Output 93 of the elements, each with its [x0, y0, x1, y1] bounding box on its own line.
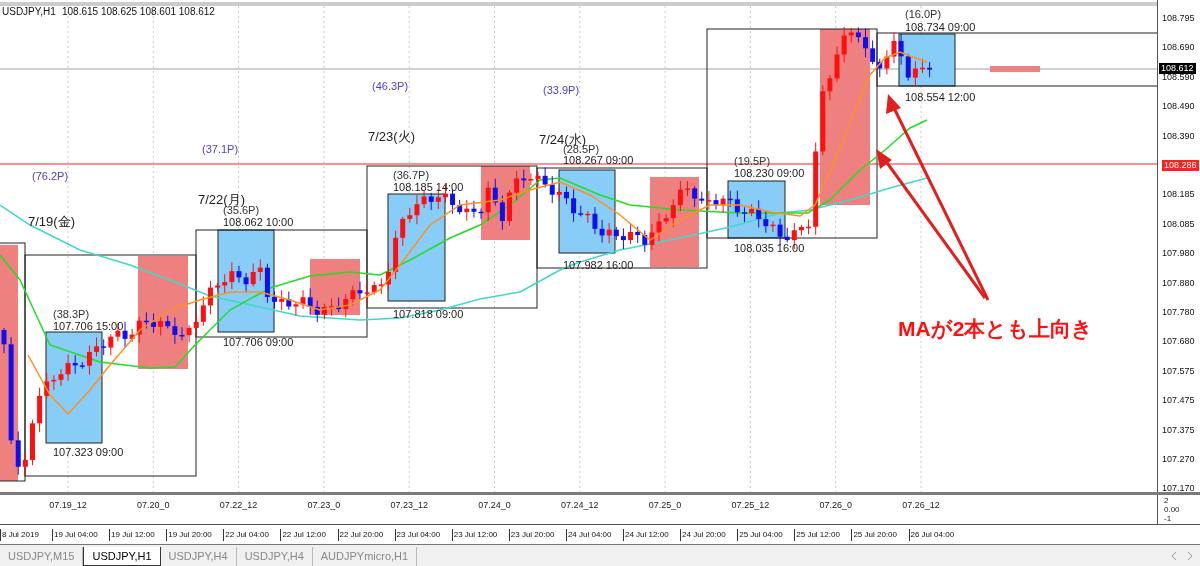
pips-label: (37.1P): [202, 143, 239, 155]
indicator-axis-label: 0.00: [1164, 505, 1180, 514]
chart-tab[interactable]: USDJPY,H4: [160, 547, 237, 566]
price-time-label: 108.062 10:00: [223, 216, 294, 228]
candlestick: [507, 189, 512, 226]
time-label: 26 Jul 04:00: [908, 529, 955, 541]
pips-label: (16.0P): [905, 8, 942, 20]
price-label: 108.185: [1162, 189, 1195, 201]
candlestick: [386, 262, 391, 291]
date-label: 7/24(水): [539, 132, 586, 147]
price-time-label: 107.323 09:00: [53, 446, 124, 458]
chart-symbol: USDJPY,H1: [2, 6, 56, 17]
indicator-time-label: 07.26_12: [902, 499, 940, 512]
time-label: 22 Jul 20:00: [337, 529, 384, 541]
current-price-label: 108.612: [1159, 63, 1196, 74]
price-label: 107.780: [1162, 307, 1195, 318]
price-label: 107.880: [1162, 277, 1195, 289]
price-label: 108.690: [1162, 42, 1195, 54]
price-label: 108.490: [1162, 101, 1195, 113]
indicator-time-label: 07.25_12: [731, 499, 770, 512]
price-time-label: 107.706 15:00: [53, 320, 124, 332]
price-label: 107.170: [1162, 483, 1195, 495]
price-time-label: 108.554 12:00: [905, 91, 976, 103]
callout-text: MAが2本とも上向き: [898, 317, 1094, 340]
date-label: 7/22(月): [198, 192, 245, 207]
indicator-axis-label: -1: [1164, 514, 1172, 523]
pips-label: (33.9P): [543, 84, 580, 96]
indicator-time-label: 07.19_12: [49, 499, 87, 512]
indicator-time-label: 07.24_12: [561, 499, 599, 512]
time-label: 8 Jul 2019: [0, 529, 39, 541]
time-label: 24 Jul 12:00: [623, 529, 669, 541]
pips-label: (36.7P): [393, 169, 430, 181]
candlestick: [329, 297, 334, 317]
time-label: 23 Jul 12:00: [451, 529, 498, 541]
price-label: 108.795: [1162, 13, 1195, 24]
chart-tab[interactable]: AUDJPYmicro,H1: [312, 547, 418, 566]
candlestick: [927, 61, 933, 78]
price-label: 107.375: [1162, 424, 1195, 436]
pips-label: (38.3P): [53, 308, 90, 320]
chart-tab[interactable]: USDJPY,H1: [83, 547, 161, 566]
price-time-label: 108.267 09:00: [563, 154, 634, 166]
candlestick: [685, 180, 690, 197]
time-label: 22 Jul 12:00: [280, 529, 326, 541]
pips-label: (76.2P): [32, 170, 69, 182]
indicator-time-label: 07.22_12: [219, 499, 258, 512]
indicator-time-label: 07.23_0: [307, 499, 341, 512]
time-label: 25 Jul 12:00: [794, 529, 840, 541]
indicator-time-label: 07.25_0: [648, 499, 682, 512]
price-label: 107.575: [1162, 365, 1195, 377]
time-label: 24 Jul 20:00: [680, 529, 726, 541]
candlestick: [863, 27, 868, 58]
price-label: 107.980: [1162, 248, 1195, 260]
price-label: 107.270: [1162, 454, 1195, 465]
ohlc-quote: 108.615 108.625 108.601 108.612: [62, 6, 215, 17]
candlestick: [30, 419, 35, 466]
candlestick: [742, 206, 747, 223]
price-time-label: 107.706 09:00: [223, 336, 294, 348]
indicator-time-label: 07.24_0: [478, 499, 511, 512]
candlestick: [920, 58, 925, 74]
price-label: 108.286: [1162, 160, 1199, 171]
indicator-time-label: 07.26_0: [819, 499, 852, 512]
price-label: 108.590: [1162, 71, 1195, 83]
price-label: 107.475: [1162, 395, 1195, 407]
price-time-label: 108.734 09:00: [905, 21, 976, 33]
price-time-label: 108.185 14:00: [393, 181, 464, 193]
time-label: 19 Jul 12:00: [109, 529, 155, 541]
price-time-label: 108.035 16:00: [734, 242, 805, 254]
price-label: 108.390: [1162, 130, 1195, 142]
price-time-label: 108.230 09:00: [734, 167, 805, 179]
time-label: 22 Jul 04:00: [223, 529, 269, 541]
time-label: 25 Jul 04:00: [737, 529, 783, 541]
indicator-time-label: 07.23_12: [390, 499, 428, 512]
scroll-right-icon[interactable]: [1186, 552, 1194, 560]
candlestick: [564, 186, 569, 205]
price-label: 108.085: [1162, 218, 1195, 230]
indicator-axis-label: 2: [1164, 496, 1169, 505]
pips-label: (46.3P): [372, 80, 409, 92]
chart-tab[interactable]: USDJPY,H4: [236, 547, 313, 566]
scroll-left-icon[interactable]: [1170, 552, 1178, 560]
candlestick: [151, 313, 156, 334]
session-box: [990, 66, 1040, 72]
time-label: 19 Jul 20:00: [166, 529, 212, 541]
date-label: 7/19(金): [28, 214, 75, 229]
indicator-time-label: 07.20_0: [137, 499, 170, 512]
candlestick: [208, 280, 213, 315]
time-label: 23 Jul 20:00: [508, 529, 555, 541]
time-label: 23 Jul 04:00: [394, 529, 441, 541]
date-label: 7/23(火): [368, 129, 415, 144]
time-label: 19 Jul 04:00: [52, 529, 98, 541]
pips-label: (19.5P): [734, 155, 771, 167]
time-label: 24 Jul 04:00: [565, 529, 612, 541]
time-label: 25 Jul 20:00: [851, 529, 897, 541]
price-label: 107.680: [1162, 336, 1195, 348]
